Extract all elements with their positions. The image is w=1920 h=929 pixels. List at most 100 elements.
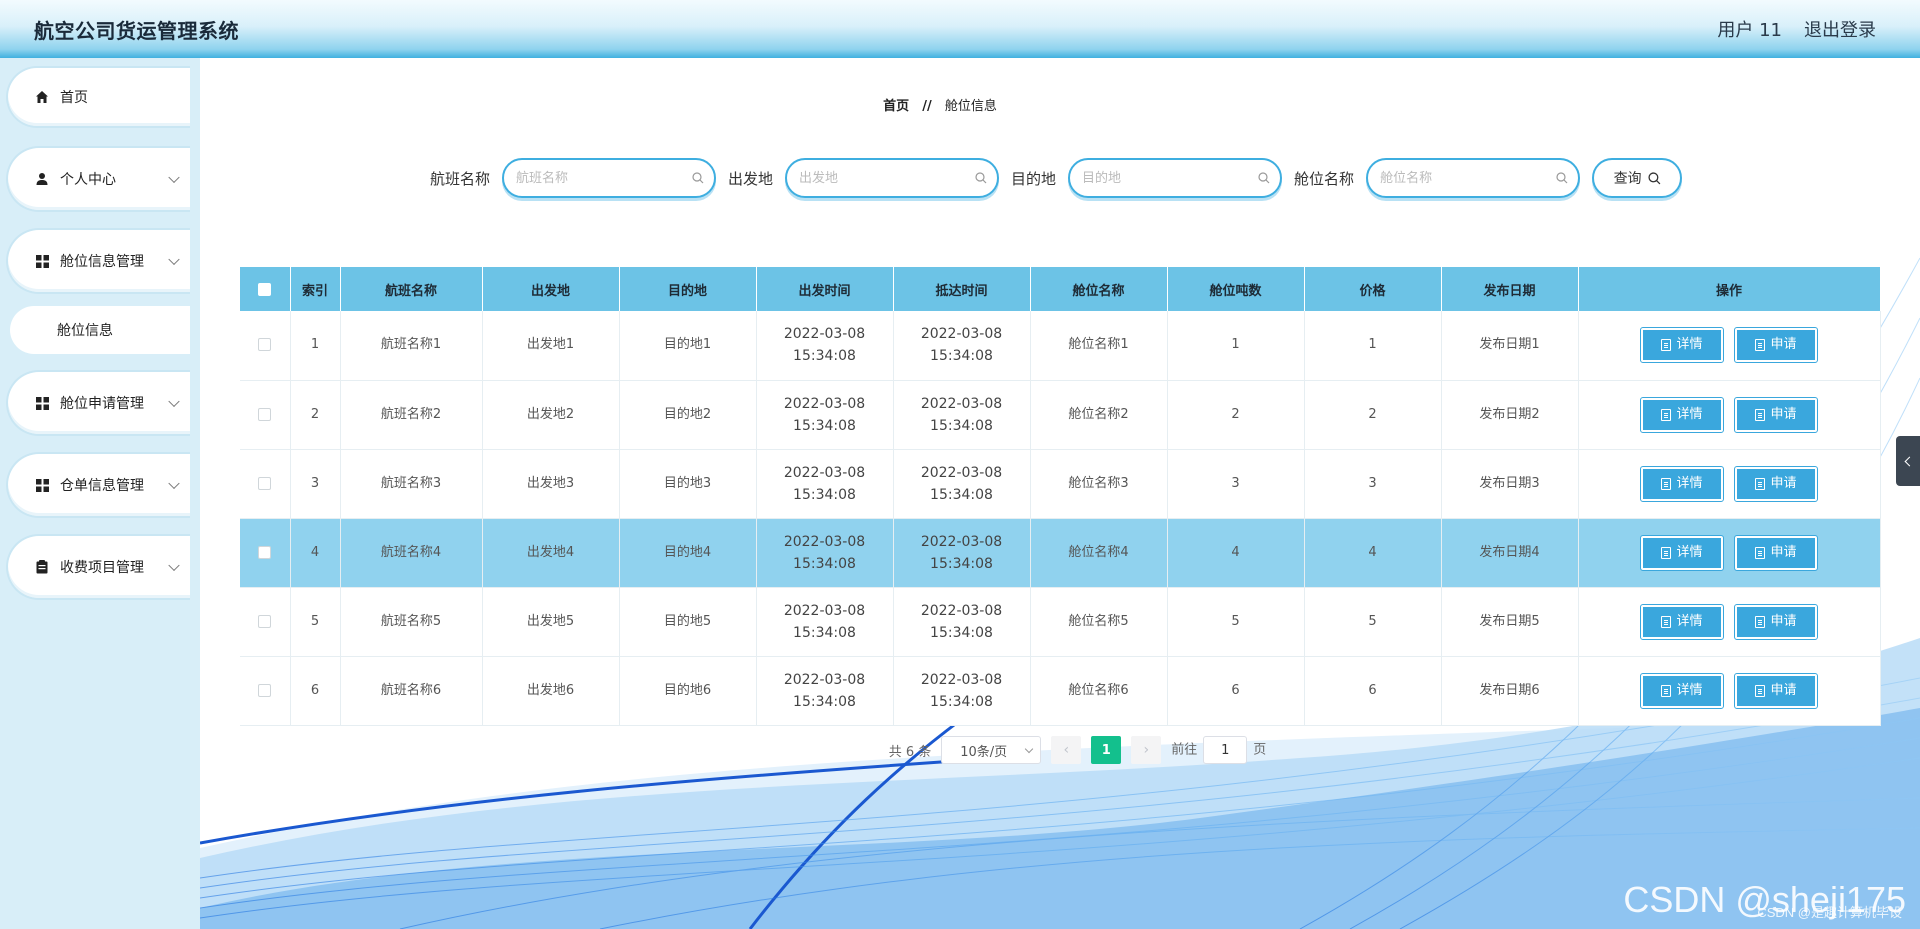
page-size-select[interactable]: 10条/页 — [941, 736, 1042, 764]
flight-name-input[interactable] — [504, 160, 715, 196]
sidebar-item-cabin-apply-management[interactable]: 舱位申请管理 — [6, 370, 190, 436]
detail-button[interactable]: 详情 — [1640, 327, 1724, 364]
table-cell: 5 — [290, 587, 341, 657]
prev-page-button[interactable]: ‹ — [1051, 736, 1082, 764]
apply-button[interactable]: 申请 — [1734, 603, 1818, 640]
row-select-cell — [240, 380, 291, 450]
page-size-value: 10条/页 — [960, 744, 1008, 760]
sidebar-item-label: 收费项目管理 — [60, 560, 144, 576]
detail-button-label: 详情 — [1676, 337, 1703, 353]
detail-button-label: 详情 — [1676, 475, 1703, 491]
table-cell: 4 — [290, 518, 341, 588]
table-cell: 出发地2 — [482, 380, 620, 450]
row-checkbox[interactable] — [258, 338, 272, 352]
select-all-checkbox[interactable] — [258, 282, 272, 296]
goto-label: 前往 — [1171, 742, 1198, 758]
apply-button[interactable]: 申请 — [1734, 534, 1818, 571]
apply-button[interactable]: 申请 — [1734, 327, 1818, 364]
row-checkbox[interactable] — [258, 476, 272, 490]
current-user[interactable]: 用户 11 — [1717, 16, 1782, 42]
table-cell: 5 — [1167, 587, 1305, 657]
table-row[interactable]: 1 航班名称1 出发地1 目的地1 2022-03-08 15:34:08 2022-03… — [240, 311, 1881, 381]
row-checkbox[interactable] — [258, 614, 272, 628]
table-cell: 目的地5 — [619, 587, 757, 657]
goto-page-input[interactable] — [1203, 736, 1248, 764]
detail-button[interactable]: 详情 — [1640, 465, 1724, 502]
table-cell: 2 — [1304, 380, 1442, 450]
table-cell: 舱位名称2 — [1030, 380, 1168, 450]
table-cell: 2022-03-08 15:34:08 — [893, 656, 1031, 726]
table-cell: 1 — [1304, 311, 1442, 381]
table-row[interactable]: 5 航班名称5 出发地5 目的地5 2022-03-08 15:34:08 2022-03… — [240, 587, 1881, 657]
query-button[interactable]: 查询 — [1592, 158, 1683, 198]
document-icon — [1755, 477, 1766, 490]
to-label: 目的地 — [1011, 169, 1057, 188]
chevron-down-icon — [1025, 744, 1034, 753]
table-header-row: 索引 航班名称 出发地 目的地 出发时间 抵达时间 舱位名称 舱位吨数 价格 发… — [240, 267, 1881, 311]
sidebar-item-manifest-management[interactable]: 仓单信息管理 — [6, 452, 190, 518]
detail-button[interactable]: 详情 — [1640, 534, 1724, 571]
next-page-button[interactable]: › — [1131, 736, 1162, 764]
table-cell: 4 — [1304, 518, 1442, 588]
table-cell: 目的地4 — [619, 518, 757, 588]
from-input[interactable] — [787, 160, 998, 196]
flight-name-label: 航班名称 — [430, 169, 491, 188]
sidebar-item-cabin-info-management[interactable]: 舱位信息管理 — [6, 228, 190, 294]
apply-button[interactable]: 申请 — [1734, 396, 1818, 433]
apply-button[interactable]: 申请 — [1734, 465, 1818, 502]
user-icon — [34, 171, 50, 187]
sidebar-item-home[interactable]: 首页 — [6, 66, 190, 128]
table-row[interactable]: 2 航班名称2 出发地2 目的地2 2022-03-08 15:34:08 2022-03… — [240, 380, 1881, 450]
sidebar-item-personal-center[interactable]: 个人中心 — [6, 146, 190, 212]
breadcrumb-current: 舱位信息 — [944, 99, 997, 114]
table-row[interactable]: 6 航班名称6 出发地6 目的地6 2022-03-08 15:34:08 2022-03… — [240, 656, 1881, 726]
grid-icon — [34, 477, 50, 493]
table-row[interactable]: 4 航班名称4 出发地4 目的地4 2022-03-08 15:34:08 2022-03… — [240, 518, 1881, 588]
column-header: 出发地 — [482, 267, 620, 311]
row-checkbox[interactable] — [258, 407, 272, 421]
row-select-cell — [240, 656, 291, 726]
document-icon — [1661, 684, 1672, 697]
flight-name-field — [502, 158, 717, 198]
row-checkbox[interactable] — [258, 545, 272, 559]
table-cell: 目的地6 — [619, 656, 757, 726]
table-cell: 发布日期4 — [1441, 518, 1579, 588]
side-panel-toggle[interactable] — [1896, 436, 1920, 486]
table-cell: 2022-03-08 15:34:08 — [756, 449, 894, 519]
apply-button[interactable]: 申请 — [1734, 672, 1818, 709]
detail-button-label: 详情 — [1676, 613, 1703, 629]
actions-cell: 详情 申请 — [1578, 311, 1881, 381]
page-number-active[interactable]: 1 — [1091, 736, 1122, 764]
table-row[interactable]: 3 航班名称3 出发地3 目的地3 2022-03-08 15:34:08 2022-03… — [240, 449, 1881, 519]
to-input[interactable] — [1070, 160, 1281, 196]
actions-cell: 详情 申请 — [1578, 656, 1881, 726]
detail-button-label: 详情 — [1676, 406, 1703, 422]
table-cell: 3 — [290, 449, 341, 519]
cabin-name-input[interactable] — [1368, 160, 1579, 196]
table-cell: 2 — [290, 380, 341, 450]
table-cell: 舱位名称1 — [1030, 311, 1168, 381]
sidebar-item-fee-management[interactable]: 收费项目管理 — [6, 534, 190, 600]
logout-link[interactable]: 退出登录 — [1804, 16, 1876, 42]
table-cell: 航班名称1 — [340, 311, 483, 381]
breadcrumb-home[interactable]: 首页 — [883, 99, 909, 114]
table-cell: 舱位名称6 — [1030, 656, 1168, 726]
table-cell: 舱位名称5 — [1030, 587, 1168, 657]
document-icon — [1755, 546, 1766, 559]
breadcrumb: 首页 // 舱位信息 — [200, 95, 1680, 114]
table-cell: 发布日期1 — [1441, 311, 1579, 381]
row-checkbox[interactable] — [258, 683, 272, 697]
detail-button[interactable]: 详情 — [1640, 672, 1724, 709]
table-cell: 2022-03-08 15:34:08 — [893, 449, 1031, 519]
cabin-name-field — [1366, 158, 1581, 198]
detail-button[interactable]: 详情 — [1640, 603, 1724, 640]
detail-button[interactable]: 详情 — [1640, 396, 1724, 433]
table-cell: 发布日期6 — [1441, 656, 1579, 726]
watermark: CSDN @sheji175 CSDN @是趣计算机毕设 — [1623, 879, 1906, 921]
table-cell: 航班名称3 — [340, 449, 483, 519]
table-cell: 2022-03-08 15:34:08 — [756, 656, 894, 726]
from-field — [785, 158, 1000, 198]
sidebar-subitem-cabin-info[interactable]: 舱位信息 — [10, 306, 190, 354]
chevron-down-icon — [168, 253, 180, 266]
column-header: 目的地 — [619, 267, 757, 311]
